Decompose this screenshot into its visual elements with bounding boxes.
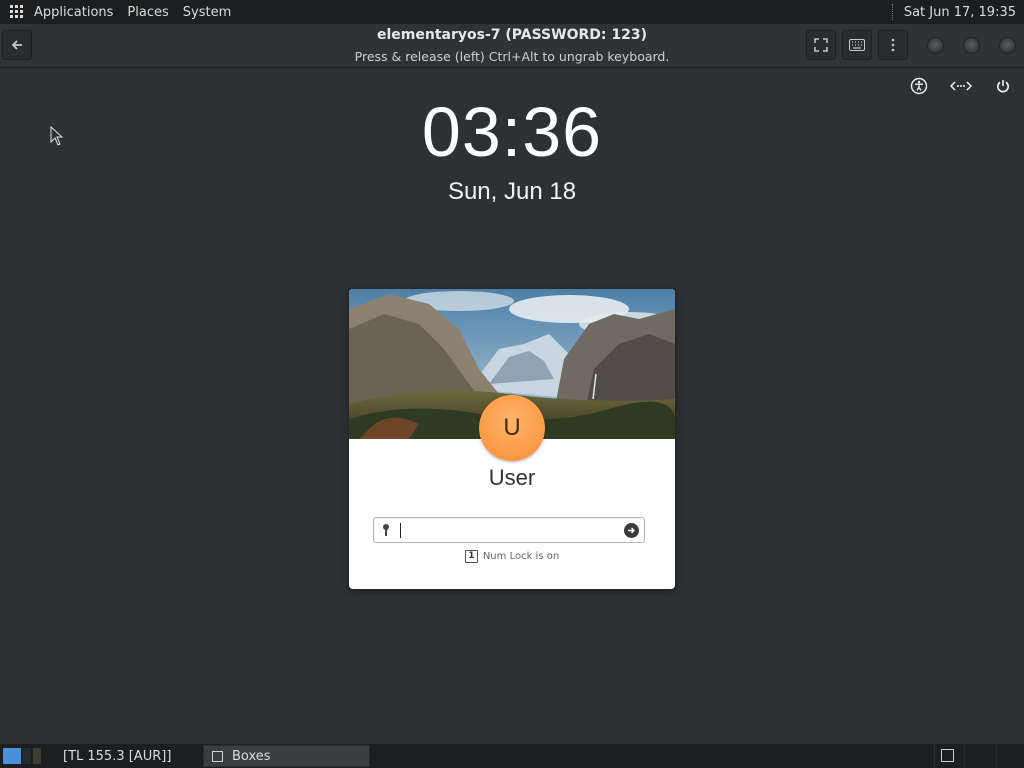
username-label: User <box>488 465 536 490</box>
user-avatar[interactable]: U <box>479 395 545 461</box>
panel-separator <box>891 4 894 20</box>
login-submit-button[interactable] <box>624 523 639 538</box>
fullscreen-button[interactable] <box>806 30 836 60</box>
minimize-window-button[interactable] <box>927 37 944 54</box>
numlock-text: Num Lock is on <box>482 551 560 562</box>
taskbar-item-terminal[interactable]: [TL 155.3 [AUR]] <box>56 745 200 767</box>
menu-places[interactable]: Places <box>127 5 168 20</box>
arrow-right-icon <box>628 527 635 534</box>
panel-spacer-1 <box>964 745 994 767</box>
boxes-app-icon <box>212 750 223 762</box>
numlock-status: 1 Num Lock is on <box>349 550 675 563</box>
menu-dots-icon <box>891 38 895 52</box>
taskbar-label: Boxes <box>232 748 271 764</box>
panel-spacer-2 <box>996 745 1024 767</box>
workspace-3[interactable] <box>33 748 41 764</box>
fullscreen-icon <box>814 38 828 52</box>
login-card: U User 1 Num Lock is on <box>349 289 675 589</box>
greeter-date: Sun, Jun 18 <box>447 178 577 205</box>
bottom-panel: [TL 155.3 [AUR]] Boxes <box>0 744 1024 768</box>
maximize-window-button[interactable] <box>963 37 980 54</box>
password-key-icon <box>383 524 389 536</box>
close-window-button[interactable] <box>999 37 1016 54</box>
power-icon <box>997 80 1009 93</box>
applications-grid-icon[interactable] <box>10 5 24 19</box>
top-panel: Applications Places System Sat Jun 17, 1… <box>0 0 1024 24</box>
password-field[interactable] <box>373 517 645 543</box>
taskbar-item-boxes[interactable]: Boxes <box>203 745 370 767</box>
taskbar-label: [TL 155.3 [AUR]] <box>63 748 172 764</box>
text-caret <box>400 523 401 538</box>
keyboard-button[interactable] <box>842 30 872 60</box>
greeter-clock: 03:36 <box>421 93 603 171</box>
keyboard-layout-icon <box>950 81 972 91</box>
menu-system[interactable]: System <box>183 5 231 20</box>
show-desktop-button[interactable] <box>934 745 960 767</box>
vm-menu-button[interactable] <box>878 30 908 60</box>
numlock-icon: 1 <box>464 550 478 563</box>
workspace-1[interactable] <box>3 748 21 764</box>
panel-clock[interactable]: Sat Jun 17, 19:35 <box>904 5 1016 20</box>
boxes-headerbar: elementaryos-7 (PASSWORD: 123) Press & r… <box>0 24 1024 68</box>
avatar-initial: U <box>503 414 521 441</box>
show-desktop-icon <box>941 749 954 762</box>
guest-display[interactable]: 03:36 Sun, Jun 18 U User 1 Num Lock is o… <box>0 68 1024 744</box>
workspace-2[interactable] <box>23 748 31 764</box>
keyboard-icon <box>849 39 865 51</box>
menu-applications[interactable]: Applications <box>34 5 113 20</box>
